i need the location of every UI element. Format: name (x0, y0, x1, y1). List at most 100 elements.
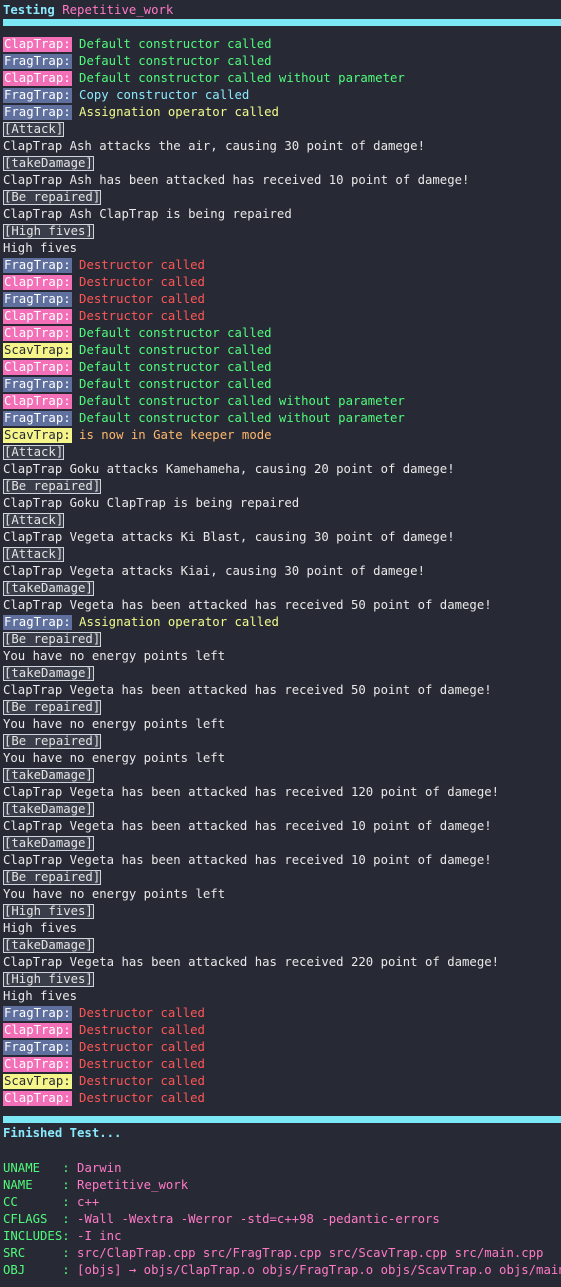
log-line-action: [takeDamage] (3, 767, 561, 784)
bottom-divider-bar (3, 1116, 561, 1123)
log-line-plain: ClapTrap Ash has been attacked has recei… (3, 173, 470, 187)
fragtrap-tag: FragTrap: (3, 105, 72, 120)
fragtrap-tag: FragTrap: (3, 54, 72, 69)
build-info-value: [objs] → objs/ClapTrap.o objs/FragTrap.o… (77, 1263, 561, 1277)
top-divider-bar (3, 19, 561, 26)
build-info-row: SRC : src/ClapTrap.cpp src/FragTrap.cpp … (3, 1245, 561, 1262)
log-line-plain: You have no energy points left (3, 751, 226, 765)
log-line-action: [Be repaired] (3, 733, 561, 750)
action-label: [takeDamage] (3, 581, 94, 596)
log-line-action: [Attack] (3, 121, 561, 138)
scavtrap-tag: ScavTrap: (3, 1074, 72, 1089)
log-line-tagged: FragTrap: Assignation operator called (3, 614, 561, 631)
log-message: Destructor called (79, 258, 205, 272)
log-message: Destructor called (79, 309, 205, 323)
action-label: [Be repaired] (3, 734, 102, 749)
build-info-row: NAME : Repetitive_work (3, 1177, 561, 1194)
scavtrap-tag: ScavTrap: (3, 428, 72, 443)
action-label: [takeDamage] (3, 666, 94, 681)
log-line-action: [High fives] (3, 971, 561, 988)
log-line-plain: You have no energy points left (3, 717, 226, 731)
log-line-tagged: FragTrap: Default constructor called (3, 376, 561, 393)
build-info-key: CFLAGS : (3, 1212, 78, 1226)
log-message: is now in Gate keeper mode (79, 428, 272, 442)
claptrap-tag: ClapTrap: (3, 275, 72, 290)
scavtrap-tag: ScavTrap: (3, 343, 72, 358)
action-label: [Be repaired] (3, 479, 102, 494)
log-message: Destructor called (79, 1091, 205, 1105)
log-message: Default constructor called without param… (79, 411, 405, 425)
build-info-value: Repetitive_work (77, 1178, 189, 1192)
action-label: [Attack] (3, 513, 65, 528)
claptrap-tag: ClapTrap: (3, 394, 72, 409)
fragtrap-tag: FragTrap: (3, 615, 72, 630)
log-line-action: [High fives] (3, 903, 561, 920)
claptrap-tag: ClapTrap: (3, 1091, 72, 1106)
action-label: [takeDamage] (3, 802, 94, 817)
log-message: Destructor called (79, 1040, 205, 1054)
claptrap-tag: ClapTrap: (3, 1023, 72, 1038)
log-line-action: [takeDamage] (3, 155, 561, 172)
log-line-action: [Attack] (3, 546, 561, 563)
action-label: [Be repaired] (3, 190, 102, 205)
build-info-row: INCLUDES: -I inc (3, 1228, 561, 1245)
log-message: Assignation operator called (79, 105, 279, 119)
log-line-plain: ClapTrap Goku ClapTrap is being repaired (3, 496, 300, 510)
log-line-tagged: ScavTrap: is now in Gate keeper mode (3, 427, 561, 444)
build-info-row: UNAME : Darwin (3, 1160, 561, 1177)
log-line-action: [Be repaired] (3, 478, 561, 495)
test-header-label: Testing (3, 3, 55, 17)
log-line-plain: ClapTrap Vegeta attacks Kiai, causing 30… (3, 564, 425, 578)
log-line-plain: ClapTrap Vegeta has been attacked has re… (3, 819, 492, 833)
log-line-plain: ClapTrap Vegeta has been attacked has re… (3, 955, 500, 969)
build-info-key: OBJ : (3, 1263, 78, 1277)
log-line-action: [Be repaired] (3, 189, 561, 206)
log-line-action: [takeDamage] (3, 835, 561, 852)
fragtrap-tag: FragTrap: (3, 377, 72, 392)
log-message: Destructor called (79, 1006, 205, 1020)
build-info-key: NAME : (3, 1178, 78, 1192)
log-line-plain: ClapTrap Vegeta has been attacked has re… (3, 598, 492, 612)
action-label: [takeDamage] (3, 768, 94, 783)
log-line-plain: High fives (3, 921, 78, 935)
claptrap-tag: ClapTrap: (3, 71, 72, 86)
build-info-key: UNAME : (3, 1161, 78, 1175)
log-message: Copy constructor called (79, 88, 250, 102)
log-line-plain: ClapTrap Vegeta has been attacked has re… (3, 683, 492, 697)
finished-test-text: Finished Test... (3, 1126, 122, 1140)
log-message: Destructor called (79, 292, 205, 306)
build-info-key: SRC : (3, 1246, 78, 1260)
log-message: Default constructor called (79, 343, 272, 357)
log-message: Default constructor called without param… (79, 394, 405, 408)
action-label: [High fives] (3, 904, 94, 919)
log-message: Default constructor called (79, 54, 272, 68)
action-label: [Be repaired] (3, 870, 102, 885)
log-line-plain: You have no energy points left (3, 887, 226, 901)
log-line-tagged: ClapTrap: Default constructor called (3, 359, 561, 376)
terminal-window: Testing Repetitive_work ClapTrap: Defaul… (0, 0, 561, 1287)
build-info-value: src/ClapTrap.cpp src/FragTrap.cpp src/Sc… (77, 1246, 544, 1260)
log-message: Default constructor called (79, 377, 272, 391)
log-message: Destructor called (79, 1057, 205, 1071)
log-line-tagged: FragTrap: Destructor called (3, 1039, 561, 1056)
fragtrap-tag: FragTrap: (3, 1006, 72, 1021)
log-line-plain: ClapTrap Vegeta attacks Ki Blast, causin… (3, 530, 455, 544)
log-line-action: [Attack] (3, 444, 561, 461)
log-message: Default constructor called (79, 360, 272, 374)
build-info-value: -I inc (77, 1229, 122, 1243)
log-line-tagged: ClapTrap: Destructor called (3, 274, 561, 291)
action-label: [takeDamage] (3, 156, 94, 171)
claptrap-tag: ClapTrap: (3, 309, 72, 324)
log-line-action: [takeDamage] (3, 801, 561, 818)
action-label: [Attack] (3, 445, 65, 460)
log-line-plain: You have no energy points left (3, 649, 226, 663)
log-line-tagged: FragTrap: Copy constructor called (3, 87, 561, 104)
log-message: Assignation operator called (79, 615, 279, 629)
build-info-value: c++ (77, 1195, 100, 1209)
log-line-tagged: ClapTrap: Destructor called (3, 1090, 561, 1107)
log-line-action: [takeDamage] (3, 580, 561, 597)
log-line-tagged: FragTrap: Destructor called (3, 257, 561, 274)
log-line-tagged: FragTrap: Destructor called (3, 1005, 561, 1022)
claptrap-tag: ClapTrap: (3, 326, 72, 341)
log-line-plain: ClapTrap Vegeta has been attacked has re… (3, 853, 492, 867)
